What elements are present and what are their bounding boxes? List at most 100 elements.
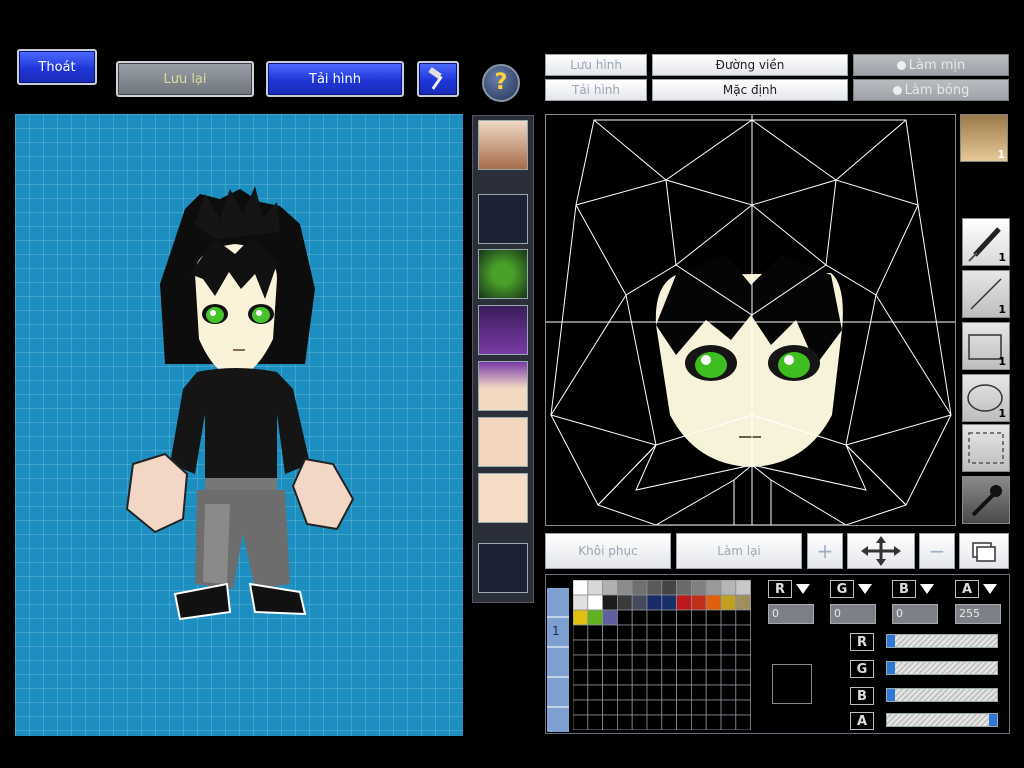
select-tool[interactable] xyxy=(962,424,1010,472)
palette-swatch[interactable] xyxy=(602,669,618,686)
alpha-value-field[interactable]: 255 xyxy=(955,604,1001,624)
palette-swatch[interactable] xyxy=(691,669,707,686)
palette-swatch[interactable] xyxy=(602,579,618,596)
palette-swatch[interactable] xyxy=(631,624,648,641)
palette-swatch[interactable] xyxy=(705,639,722,656)
thumb-plant[interactable] xyxy=(478,249,528,299)
palette-swatch[interactable] xyxy=(676,624,692,641)
palette-swatch[interactable] xyxy=(646,579,663,596)
thumb-skin-1[interactable] xyxy=(478,417,528,467)
palette-swatch[interactable] xyxy=(661,624,678,641)
palette-swatch[interactable] xyxy=(602,684,618,701)
palette-swatch[interactable] xyxy=(631,654,648,671)
palette-swatch[interactable] xyxy=(720,684,737,701)
chevron-down-icon[interactable] xyxy=(982,582,998,596)
palette-swatch[interactable] xyxy=(676,639,692,656)
thumb-face-1[interactable] xyxy=(478,120,528,170)
layer-button[interactable] xyxy=(959,533,1009,569)
palette-swatch[interactable] xyxy=(735,714,752,731)
palette-tabs[interactable]: 1 xyxy=(547,588,569,732)
palette-swatch[interactable] xyxy=(587,699,604,716)
palette-swatch[interactable] xyxy=(602,624,618,641)
palette-swatch[interactable] xyxy=(661,609,678,626)
zoom-in-button[interactable]: + xyxy=(807,533,843,569)
load-image-button[interactable]: Tải hình xyxy=(545,79,647,101)
palette-swatch[interactable] xyxy=(720,609,737,626)
palette-swatch[interactable] xyxy=(661,684,678,701)
zoom-out-button[interactable]: − xyxy=(919,533,955,569)
palette-swatch[interactable] xyxy=(720,579,737,596)
palette-swatch[interactable] xyxy=(735,684,752,701)
palette-swatch[interactable] xyxy=(587,654,604,671)
blue-slider[interactable] xyxy=(886,688,998,702)
palette-swatch[interactable] xyxy=(691,639,707,656)
palette-swatch[interactable] xyxy=(691,594,707,611)
palette-grid[interactable] xyxy=(572,579,752,731)
palette-swatch[interactable] xyxy=(602,594,618,611)
red-value-field[interactable]: 0 xyxy=(768,604,814,624)
palette-swatch[interactable] xyxy=(631,684,648,701)
thumb-empty-1[interactable] xyxy=(478,194,528,244)
palette-swatch[interactable] xyxy=(587,639,604,656)
save-image-button[interactable]: Lưu hình xyxy=(545,54,647,76)
palette-swatch[interactable] xyxy=(735,669,752,686)
palette-swatch[interactable] xyxy=(587,594,604,611)
palette-swatch[interactable] xyxy=(676,684,692,701)
red-slider-knob[interactable] xyxy=(887,635,895,647)
palette-swatch[interactable] xyxy=(705,609,722,626)
palette-swatch[interactable] xyxy=(572,699,589,716)
palette-swatch[interactable] xyxy=(735,594,752,611)
palette-swatch[interactable] xyxy=(587,684,604,701)
palette-swatch[interactable] xyxy=(735,609,752,626)
palette-swatch[interactable] xyxy=(587,624,604,641)
palette-swatch[interactable] xyxy=(720,714,737,731)
palette-swatch[interactable] xyxy=(572,654,589,671)
palette-swatch[interactable] xyxy=(705,579,722,596)
palette-swatch[interactable] xyxy=(602,609,618,626)
palette-swatch[interactable] xyxy=(646,639,663,656)
palette-swatch[interactable] xyxy=(735,624,752,641)
palette-swatch[interactable] xyxy=(646,624,663,641)
palette-swatch[interactable] xyxy=(572,684,589,701)
palette-swatch[interactable] xyxy=(661,579,678,596)
palette-swatch[interactable] xyxy=(617,594,633,611)
palette-swatch[interactable] xyxy=(661,714,678,731)
green-slider[interactable] xyxy=(886,661,998,675)
move-button[interactable] xyxy=(847,533,915,569)
palette-swatch[interactable] xyxy=(705,699,722,716)
palette-swatch[interactable] xyxy=(646,609,663,626)
palette-swatch[interactable] xyxy=(587,669,604,686)
tool-button[interactable] xyxy=(417,61,459,97)
palette-swatch[interactable] xyxy=(691,624,707,641)
palette-swatch[interactable] xyxy=(676,609,692,626)
palette-swatch[interactable] xyxy=(602,714,618,731)
palette-swatch[interactable] xyxy=(631,579,648,596)
palette-swatch[interactable] xyxy=(720,594,737,611)
shade-toggle[interactable]: Làm bóng xyxy=(853,79,1009,101)
palette-swatch[interactable] xyxy=(646,699,663,716)
palette-swatch[interactable] xyxy=(691,699,707,716)
help-button[interactable]: ? xyxy=(482,64,520,102)
green-value-field[interactable]: 0 xyxy=(830,604,876,624)
palette-swatch[interactable] xyxy=(661,594,678,611)
brush-tool[interactable]: 1 xyxy=(962,218,1010,266)
palette-swatch[interactable] xyxy=(691,579,707,596)
alpha-slider-knob[interactable] xyxy=(989,714,997,726)
line-tool[interactable]: 1 xyxy=(962,270,1010,318)
palette-swatch[interactable] xyxy=(572,594,589,611)
palette-swatch[interactable] xyxy=(705,684,722,701)
palette-swatch[interactable] xyxy=(631,594,648,611)
palette-swatch[interactable] xyxy=(705,654,722,671)
palette-swatch[interactable] xyxy=(720,669,737,686)
restore-button[interactable]: Khôi phục xyxy=(545,533,671,569)
palette-swatch[interactable] xyxy=(587,609,604,626)
palette-swatch[interactable] xyxy=(602,699,618,716)
palette-swatch[interactable] xyxy=(691,609,707,626)
rectangle-tool[interactable]: 1 xyxy=(962,322,1010,370)
palette-swatch[interactable] xyxy=(661,699,678,716)
default-button[interactable]: Mặc định xyxy=(652,79,848,101)
palette-swatch[interactable] xyxy=(705,594,722,611)
chevron-down-icon[interactable] xyxy=(857,582,873,596)
palette-swatch[interactable] xyxy=(631,639,648,656)
palette-swatch[interactable] xyxy=(617,639,633,656)
